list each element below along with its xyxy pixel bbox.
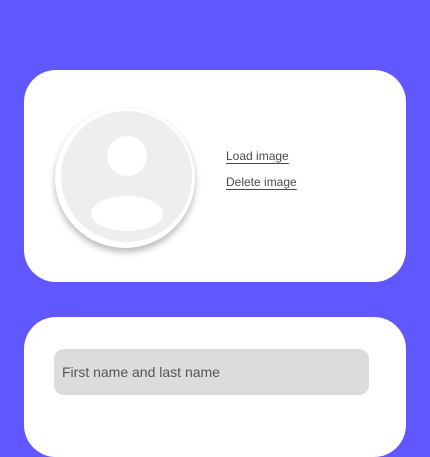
avatar-head-shape — [107, 136, 147, 176]
delete-image-link[interactable]: Delete image — [226, 175, 297, 189]
full-name-input[interactable] — [54, 349, 369, 395]
avatar — [55, 108, 195, 248]
avatar-card: Load image Delete image — [24, 70, 406, 282]
profile-form-card — [24, 317, 406, 457]
avatar-body-shape — [91, 196, 163, 231]
user-placeholder-icon — [61, 111, 192, 242]
load-image-link[interactable]: Load image — [226, 149, 289, 163]
